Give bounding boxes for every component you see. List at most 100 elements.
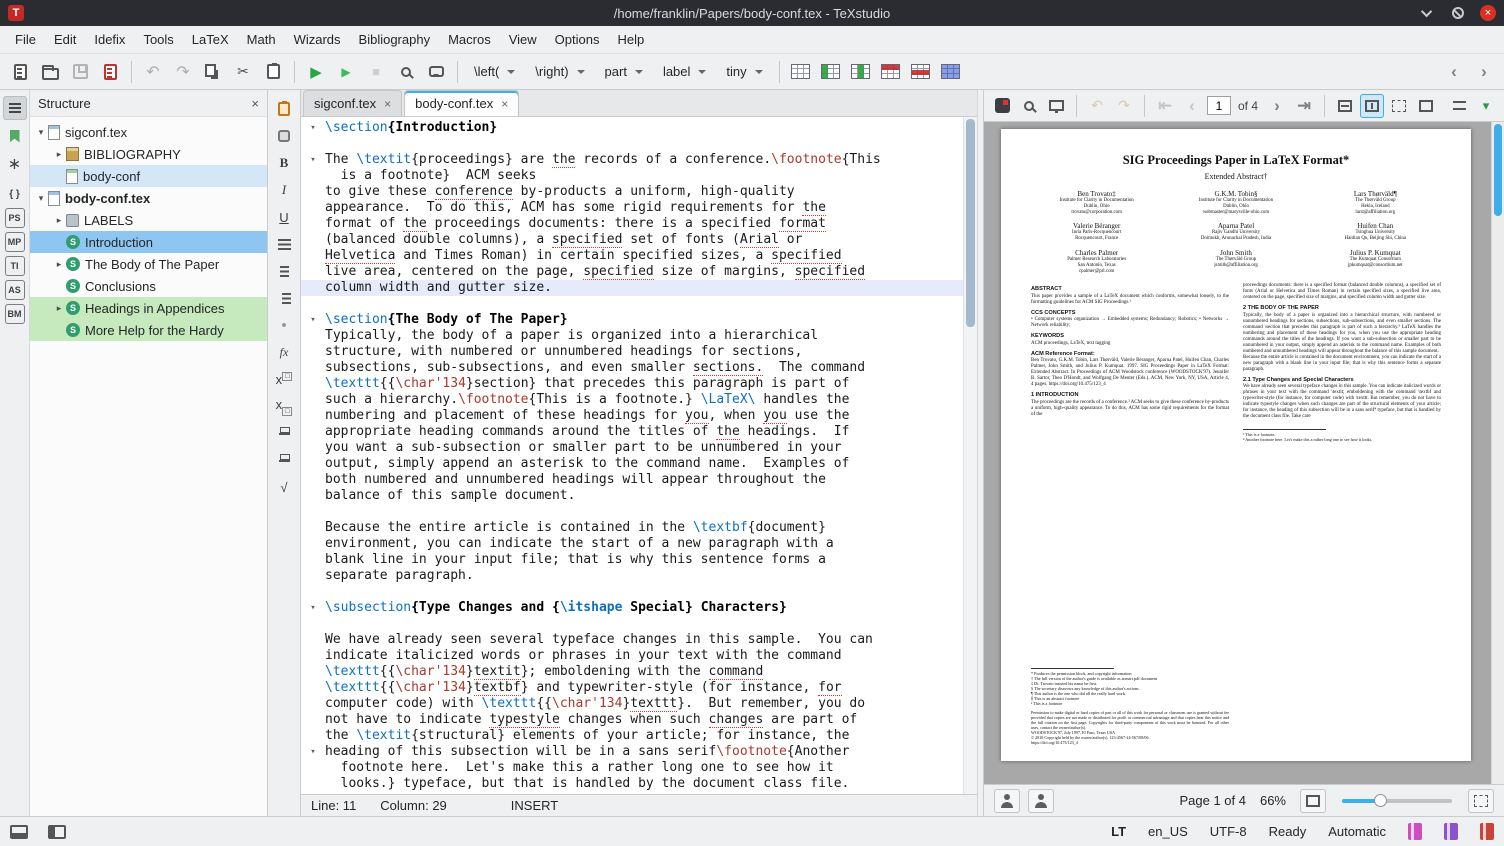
- menu-view[interactable]: View: [500, 28, 546, 51]
- code-line[interactable]: looks.} typeface, but that is handled by…: [301, 776, 963, 792]
- view-log-button[interactable]: [392, 58, 420, 86]
- code-line[interactable]: numbering and placement of these heading…: [301, 408, 963, 424]
- expander-icon[interactable]: ▸: [52, 215, 66, 226]
- rail-brackets-button[interactable]: [3, 180, 27, 204]
- code-line[interactable]: ▾\section{Introduction}: [301, 120, 963, 136]
- code-line[interactable]: Typically, the body of a paper is organi…: [301, 328, 963, 344]
- redo-button[interactable]: ↷: [169, 58, 197, 86]
- languagetool-status[interactable]: LT: [1111, 824, 1126, 839]
- left-delimiter-combo[interactable]: \left(: [465, 59, 524, 85]
- menu-tools[interactable]: Tools: [134, 28, 182, 51]
- rail-ti-button[interactable]: TI: [5, 256, 25, 276]
- code-line[interactable]: computer code) with \texttt{{\char'134}t…: [301, 696, 963, 712]
- code-line[interactable]: separate paragraph.: [301, 568, 963, 584]
- structure-item-body-conf[interactable]: body-conf: [30, 165, 267, 187]
- expander-icon[interactable]: ▸: [52, 303, 66, 314]
- fold-marker-icon[interactable]: ▾: [301, 744, 325, 760]
- bold-button[interactable]: B: [272, 152, 296, 174]
- menu-options[interactable]: Options: [546, 28, 609, 51]
- spell-language[interactable]: en_US: [1148, 824, 1188, 839]
- structure-item-more-help-for-the-hardy[interactable]: SMore Help for the Hardy: [30, 319, 267, 341]
- expander-icon[interactable]: ▸: [52, 149, 66, 160]
- dfraction-button[interactable]: [272, 449, 296, 471]
- fit-width-button[interactable]: [1333, 94, 1357, 118]
- structure-item-the-body-of-the-paper[interactable]: ▸SThe Body of The Paper: [30, 253, 267, 275]
- code-line[interactable]: Helvetica and Times Roman) in certain sp…: [301, 248, 963, 264]
- tab-body-conf-tex[interactable]: body-conf.tex×: [404, 90, 519, 116]
- log-marker-icon-1[interactable]: [1408, 823, 1422, 840]
- code-line[interactable]: subsections, sub-subsections, and even s…: [301, 360, 963, 376]
- structure-close-icon[interactable]: ×: [251, 96, 259, 111]
- line-ending-label[interactable]: Automatic: [1328, 824, 1386, 839]
- toggle-side-panel-icon[interactable]: [48, 825, 66, 839]
- code-line[interactable]: appropriate heading commands around the …: [301, 424, 963, 440]
- code-line[interactable]: ▾\subsection{Type Changes and {\itshape …: [301, 600, 963, 616]
- code-line[interactable]: not have to indicate typestyle changes w…: [301, 712, 963, 728]
- reference-combo[interactable]: label: [654, 59, 715, 85]
- expander-icon[interactable]: ▾: [34, 193, 48, 204]
- expand-viewer-button[interactable]: [1468, 789, 1494, 813]
- code-line[interactable]: [301, 616, 963, 632]
- pdf-options-button[interactable]: [1447, 94, 1471, 118]
- code-line[interactable]: balance of this sample document.: [301, 488, 963, 504]
- code-line[interactable]: \texttt{{\char'134}textit}; emboldening …: [301, 664, 963, 680]
- right-delimiter-combo[interactable]: \right): [526, 59, 593, 85]
- rail-mp-button[interactable]: MP: [5, 232, 25, 252]
- maximize-button[interactable]: [1450, 5, 1466, 21]
- first-page-button[interactable]: ⇤: [1153, 94, 1177, 118]
- pdf-scrollbar[interactable]: [1491, 122, 1504, 784]
- view-back-button[interactable]: ↶: [1085, 94, 1109, 118]
- menu-idefix[interactable]: Idefix: [85, 28, 134, 51]
- fold-marker-icon[interactable]: ▾: [301, 600, 325, 616]
- build-and-view-button[interactable]: ▶: [302, 58, 330, 86]
- code-line[interactable]: blank line in your input file; that is w…: [301, 552, 963, 568]
- tab-sigconf-tex[interactable]: sigconf.tex×: [303, 90, 402, 116]
- structure-item-labels[interactable]: ▸LABELS: [30, 209, 267, 231]
- code-line[interactable]: footnote here. Let's make this a rather …: [301, 760, 963, 776]
- subscript-button[interactable]: x□: [272, 395, 296, 417]
- format-tool-button[interactable]: [272, 125, 296, 147]
- last-page-button[interactable]: ⇥: [1292, 94, 1316, 118]
- align-right-button[interactable]: [272, 287, 296, 309]
- copy-button[interactable]: [199, 58, 227, 86]
- undo-button[interactable]: ↶: [139, 58, 167, 86]
- remove-column-button[interactable]: [847, 58, 875, 86]
- save-button[interactable]: [66, 58, 94, 86]
- structure-item-body-conf-tex[interactable]: ▾body-conf.tex: [30, 187, 267, 209]
- menu-edit[interactable]: Edit: [45, 28, 85, 51]
- table-wizard-button[interactable]: [787, 58, 815, 86]
- menu-help[interactable]: Help: [608, 28, 653, 51]
- pdf-view[interactable]: SIG Proceedings Paper in LaTeX Format* E…: [984, 122, 1504, 784]
- code-line[interactable]: environment, you can indicate the start …: [301, 536, 963, 552]
- code-line[interactable]: ▾\section{The Body of The Paper}: [301, 312, 963, 328]
- code-line[interactable]: ▾heading of this subsection will be in a…: [301, 744, 963, 760]
- code-line[interactable]: We have already seen several typeface ch…: [301, 632, 963, 648]
- close-document-button[interactable]: [96, 58, 124, 86]
- code-line[interactable]: is a footnote} ACM seeks: [301, 168, 963, 184]
- add-column-button[interactable]: [817, 58, 845, 86]
- pdf-page[interactable]: SIG Proceedings Paper in LaTeX Format* E…: [1001, 129, 1471, 761]
- rail-ps-button[interactable]: PS: [5, 208, 25, 228]
- stop-button[interactable]: ■: [362, 58, 390, 86]
- code-line[interactable]: \texttt{{\char'134}textbf} and typewrite…: [301, 680, 963, 696]
- new-document-button[interactable]: [6, 58, 34, 86]
- italic-button[interactable]: I: [272, 179, 296, 201]
- cut-button[interactable]: ✂: [229, 58, 257, 86]
- annotations-button[interactable]: [994, 789, 1020, 813]
- original-size-button[interactable]: [1387, 94, 1411, 118]
- structure-item-introduction[interactable]: SIntroduction: [30, 231, 267, 253]
- menu-bibliography[interactable]: Bibliography: [350, 28, 440, 51]
- code-line[interactable]: both numbered and unnumbered headings wi…: [301, 472, 963, 488]
- align-left-button[interactable]: [272, 233, 296, 255]
- latex-paste-button[interactable]: [272, 98, 296, 120]
- rail-symbols-button[interactable]: [3, 152, 27, 176]
- code-line[interactable]: [301, 504, 963, 520]
- fraction-button[interactable]: [272, 422, 296, 444]
- menu-file[interactable]: File: [6, 28, 45, 51]
- toggle-bottom-panel-icon[interactable]: [10, 825, 28, 839]
- inline-math-button[interactable]: fx: [272, 341, 296, 363]
- minimize-button[interactable]: [1420, 5, 1436, 21]
- log-marker-icon-2[interactable]: [1444, 823, 1458, 840]
- menu-latex[interactable]: LaTeX: [183, 28, 238, 51]
- code-line[interactable]: (balanced double columns), a specified s…: [301, 232, 963, 248]
